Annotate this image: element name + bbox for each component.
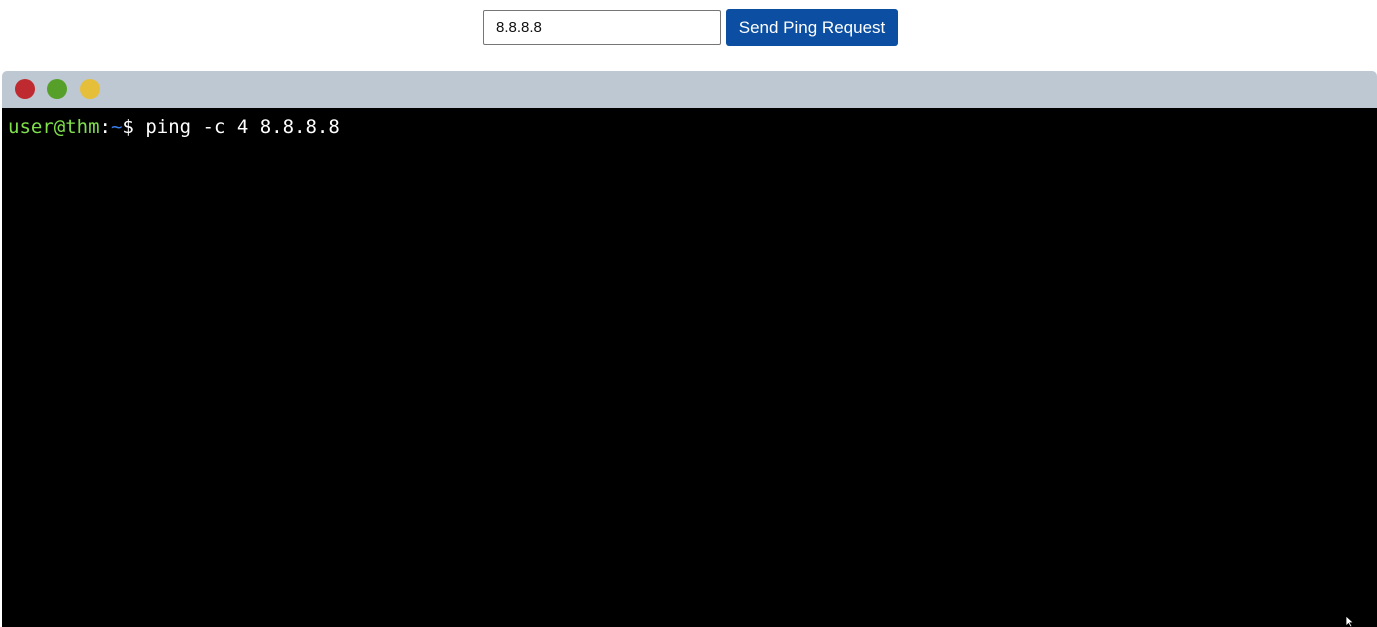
minimize-icon[interactable] — [80, 79, 100, 99]
ip-address-input[interactable] — [483, 10, 721, 45]
close-icon[interactable] — [15, 79, 35, 99]
mouse-cursor-icon — [1345, 616, 1355, 627]
prompt-user-host: user@thm — [8, 116, 100, 138]
send-ping-button[interactable]: Send Ping Request — [726, 9, 898, 46]
terminal-command: ping -c 4 8.8.8.8 — [145, 116, 340, 138]
prompt-symbol: $ — [122, 116, 134, 138]
ping-form: Send Ping Request — [0, 0, 1377, 60]
terminal-titlebar — [2, 71, 1377, 108]
maximize-icon[interactable] — [47, 79, 67, 99]
prompt-path: ~ — [110, 116, 123, 138]
prompt-separator: : — [99, 116, 111, 138]
terminal-output[interactable]: user@thm:~$ ping -c 4 8.8.8.8 — [2, 108, 1377, 627]
terminal-window: user@thm:~$ ping -c 4 8.8.8.8 — [2, 71, 1377, 627]
